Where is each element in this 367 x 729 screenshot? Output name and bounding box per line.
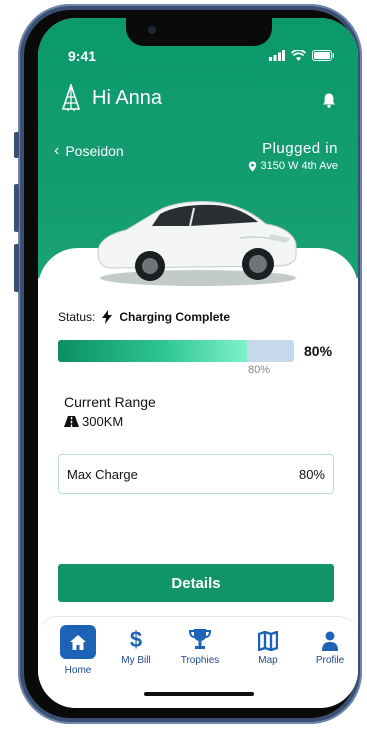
- my-bill-icon-wrap: $: [130, 617, 142, 651]
- range-label: Current Range: [64, 394, 156, 410]
- chevron-left-icon: ‹: [54, 142, 60, 159]
- battery-icon: [312, 50, 334, 61]
- car-image: [97, 201, 297, 286]
- range-value: 300KM: [64, 414, 123, 429]
- tab-map[interactable]: Map: [240, 617, 296, 681]
- status-icons: [269, 50, 334, 61]
- profile-icon-wrap: [320, 617, 340, 651]
- dollar-icon: $: [129, 627, 143, 652]
- signal-icon: [269, 50, 285, 61]
- tab-my-bill[interactable]: $ My Bill: [108, 617, 164, 681]
- plug-status-title: Plugged in: [262, 140, 338, 157]
- volume-up-button: [14, 184, 19, 232]
- tab-profile-label: Profile: [315, 655, 345, 666]
- status-label: Status:: [58, 310, 96, 324]
- max-charge-field[interactable]: Max Charge 80%: [58, 454, 334, 494]
- home-icon: [70, 634, 86, 650]
- max-charge-value: 80%: [298, 466, 325, 482]
- trophy-icon: [188, 629, 212, 649]
- tab-trophies-label: Trophies: [180, 655, 220, 666]
- volume-down-button: [14, 244, 19, 292]
- home-tab-highlight: [60, 625, 96, 659]
- charge-progress-fill: [58, 340, 247, 362]
- charger-address-text: 3150 W 4th Ave: [260, 160, 338, 172]
- charger-address: 3150 W 4th Ave: [248, 160, 338, 172]
- tab-profile[interactable]: Profile: [302, 617, 358, 681]
- bell-icon: [323, 93, 335, 108]
- status-bar: 9:41: [38, 48, 358, 68]
- map-icon: [258, 631, 278, 651]
- status-value: Charging Complete: [119, 310, 231, 324]
- map-icon-wrap: [258, 617, 278, 651]
- person-icon: [322, 631, 338, 651]
- greeting-text: Hi Anna: [92, 86, 163, 109]
- notch: [126, 18, 272, 46]
- lightning-icon: [102, 310, 113, 324]
- tab-my-bill-label: My Bill: [121, 655, 151, 666]
- max-charge-label: Max Charge: [67, 466, 138, 482]
- tab-trophies[interactable]: Trophies: [172, 617, 228, 681]
- app-logo-icon: [61, 84, 81, 111]
- trophies-icon-wrap: [188, 617, 212, 651]
- road-icon: [64, 416, 79, 427]
- home-indicator: [144, 692, 254, 696]
- status-time: 9:41: [68, 48, 97, 64]
- vehicle-name: Poseidon: [65, 143, 124, 159]
- charge-progress-bar: [58, 340, 294, 362]
- range-value-text: 300KM: [82, 414, 124, 429]
- charge-progress-caption: 80%: [248, 364, 271, 376]
- tab-bar: Home $ My Bill Trophies Map Profile: [38, 616, 358, 680]
- camera-icon: [148, 26, 156, 34]
- plug-status: Plugged in 3150 W 4th Ave: [248, 140, 338, 172]
- back-button[interactable]: ‹ Poseidon: [54, 142, 124, 160]
- charge-percent: 80%: [304, 343, 333, 359]
- location-pin-icon: [248, 161, 256, 171]
- notification-button[interactable]: [322, 92, 336, 113]
- greeting: Hi Anna: [60, 84, 162, 112]
- tab-home-label: Home: [64, 665, 92, 676]
- wifi-icon: [291, 50, 306, 61]
- app-screen: 9:41 Hi Anna ‹ Poseidon Plugged in 3150 …: [38, 18, 358, 708]
- details-button[interactable]: Details: [58, 564, 334, 602]
- mute-switch: [14, 132, 19, 158]
- tab-map-label: Map: [258, 655, 278, 666]
- tab-home[interactable]: Home: [50, 617, 106, 681]
- charging-status: Status: Charging Complete: [58, 310, 230, 324]
